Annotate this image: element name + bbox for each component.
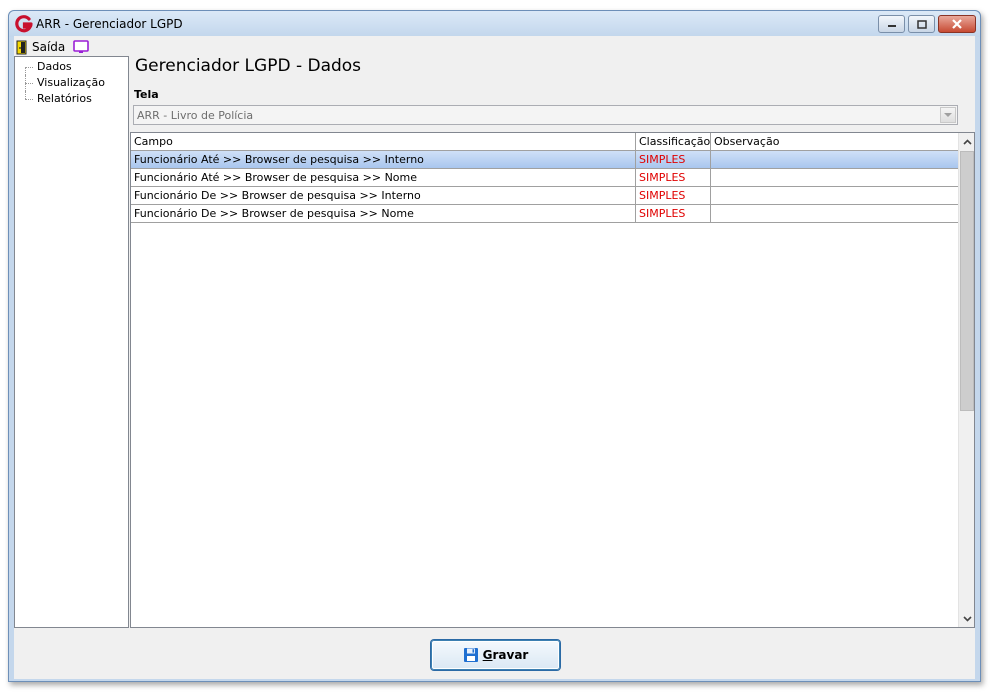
grid-scrollbar[interactable] — [958, 133, 974, 627]
cell-observacao[interactable] — [711, 205, 959, 222]
close-icon — [952, 19, 962, 29]
title-bar[interactable]: ARR - Gerenciador LGPD — [9, 11, 980, 37]
page-title: Gerenciador LGPD - Dados — [135, 56, 362, 76]
exit-menu-label: Saída — [32, 40, 66, 54]
tree-item-dados[interactable]: Dados — [23, 59, 123, 75]
cell-campo: Funcionário De >> Browser de pesquisa >>… — [131, 187, 636, 204]
cell-observacao[interactable] — [711, 151, 959, 168]
app-logo-icon — [15, 15, 33, 33]
cell-observacao[interactable] — [711, 169, 959, 186]
scroll-up-button[interactable] — [959, 133, 975, 150]
client-area: Saída Dados Visualização Relatórios Gere… — [14, 36, 975, 679]
header-classificacao[interactable]: Classificação — [636, 133, 711, 151]
grid-header: Campo Classificação Observação — [131, 133, 959, 151]
save-button[interactable]: Gravar — [431, 640, 560, 670]
chevron-down-icon — [944, 112, 952, 117]
cell-campo: Funcionário De >> Browser de pesquisa >>… — [131, 205, 636, 222]
table-row[interactable]: Funcionário De >> Browser de pesquisa >>… — [131, 205, 959, 223]
save-disk-icon — [463, 648, 478, 662]
header-campo[interactable]: Campo — [131, 133, 636, 151]
cell-observacao[interactable] — [711, 187, 959, 204]
tree-item-label: Relatórios — [37, 92, 92, 105]
minimize-icon — [887, 25, 896, 27]
minimize-button[interactable] — [878, 15, 905, 33]
tree-item-relatorios[interactable]: Relatórios — [23, 91, 123, 107]
scroll-down-button[interactable] — [959, 610, 975, 627]
exit-door-icon — [16, 40, 27, 54]
screen-select-value: ARR - Livro de Polícia — [137, 109, 254, 122]
cell-classificacao: SIMPLES — [636, 187, 711, 204]
table-row[interactable]: Funcionário De >> Browser de pesquisa >>… — [131, 187, 959, 205]
save-button-label: ravar — [492, 648, 529, 662]
exit-menu-item[interactable]: Saída — [16, 38, 65, 56]
scroll-thumb[interactable] — [960, 151, 974, 411]
cell-campo: Funcionário Até >> Browser de pesquisa >… — [131, 169, 636, 186]
navigation-tree: Dados Visualização Relatórios — [14, 56, 129, 628]
screen-label: Tela — [134, 88, 159, 101]
cell-classificacao: SIMPLES — [636, 169, 711, 186]
tree-item-label: Visualização — [37, 76, 105, 89]
fields-grid: Campo Classificação Observação Funcionár… — [130, 132, 975, 628]
tree-item-visualizacao[interactable]: Visualização — [23, 75, 123, 91]
cell-classificacao: SIMPLES — [636, 205, 711, 222]
cell-campo: Funcionário Até >> Browser de pesquisa >… — [131, 151, 636, 168]
cell-classificacao: SIMPLES — [636, 151, 711, 168]
table-row[interactable]: Funcionário Até >> Browser de pesquisa >… — [131, 151, 959, 169]
chevron-down-icon — [962, 615, 972, 622]
close-button[interactable] — [938, 15, 976, 33]
screen-menu-item[interactable] — [73, 38, 89, 56]
maximize-button[interactable] — [908, 15, 935, 33]
screen-icon — [73, 40, 89, 53]
header-observacao[interactable]: Observação — [711, 133, 959, 151]
screen-select[interactable]: ARR - Livro de Polícia — [133, 105, 958, 125]
table-row[interactable]: Funcionário Até >> Browser de pesquisa >… — [131, 169, 959, 187]
maximize-icon — [916, 19, 927, 29]
dropdown-button[interactable] — [940, 107, 956, 123]
tree-item-label: Dados — [37, 60, 72, 73]
main-window: ARR - Gerenciador LGPD Saída Dados Visua… — [8, 10, 981, 682]
window-title: ARR - Gerenciador LGPD — [36, 17, 183, 31]
save-button-mnemonic: G — [482, 648, 493, 662]
menu-bar: Saída — [14, 38, 975, 56]
chevron-up-icon — [962, 138, 972, 145]
